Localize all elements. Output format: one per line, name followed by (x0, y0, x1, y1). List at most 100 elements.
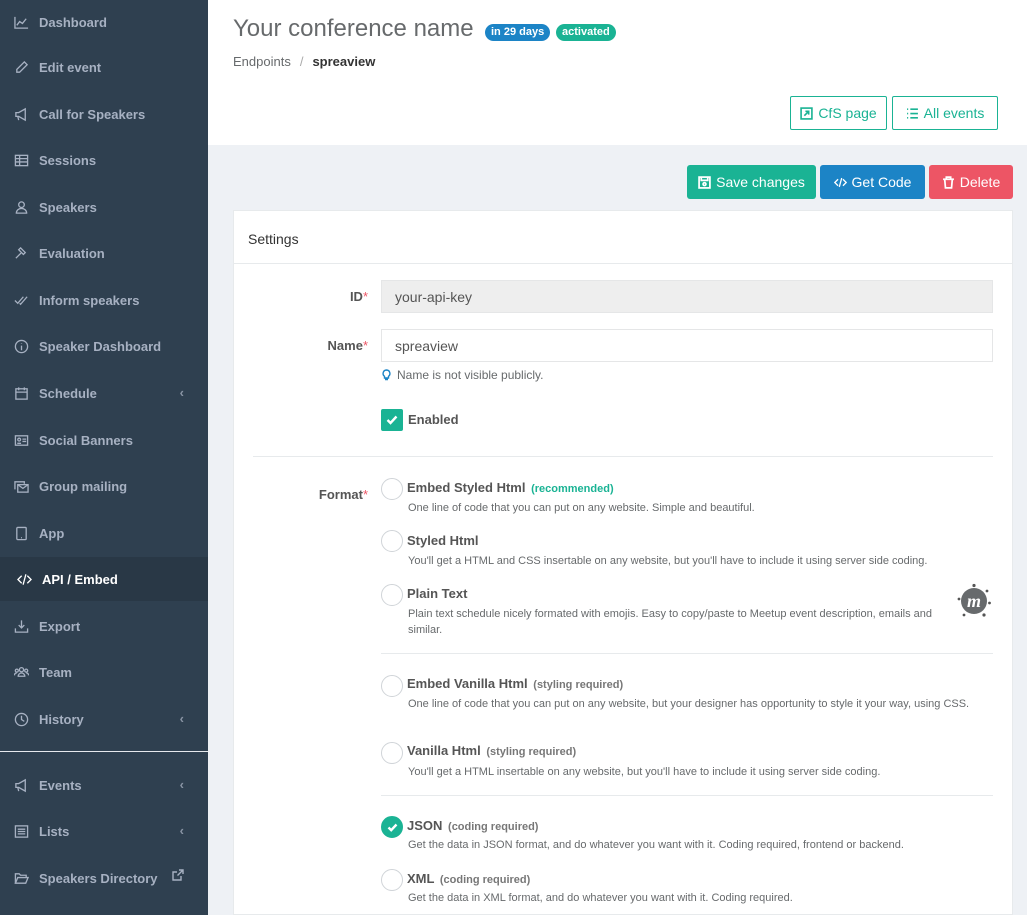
sidebar-item-label: API / Embed (42, 571, 118, 587)
breadcrumb-separator: / (299, 54, 304, 69)
recommended-tag: (recommended) (531, 483, 614, 495)
code-icon (833, 177, 847, 187)
sidebar-item-label: Export (39, 618, 81, 634)
tablet-icon (13, 525, 29, 541)
divider (381, 653, 993, 654)
pencil-icon (13, 59, 29, 75)
format-option-name: XML (407, 871, 435, 886)
sidebar-item-history[interactable]: History ‹ (0, 697, 208, 741)
megaphone-icon (13, 777, 29, 793)
format-option-title: Embed Vanilla Html (styling required) (407, 676, 623, 691)
format-option-name: Plain Text (407, 586, 468, 601)
format-option-name: Vanilla Html (407, 743, 481, 758)
page-header: Your conference name in 29 days activate… (208, 0, 1027, 145)
format-option-desc: Get the data in JSON format, and do what… (408, 839, 904, 851)
code-icon (16, 571, 32, 587)
id-card-icon (13, 432, 29, 448)
format-radio-plain-text[interactable] (381, 584, 403, 606)
breadcrumb: Endpoints / spreaview (233, 54, 375, 69)
sidebar-item-sessions[interactable]: Sessions (0, 138, 208, 182)
sidebar-item-export[interactable]: Export (0, 604, 208, 648)
sidebar-item-app[interactable]: App (0, 511, 208, 555)
save-changes-label: Save changes (716, 174, 805, 190)
sidebar-item-speakers-directory[interactable]: Speakers Directory (0, 856, 208, 900)
sidebar-item-dashboard[interactable]: Dashboard (0, 0, 208, 44)
format-option-title: JSON (coding required) (407, 818, 538, 833)
name-label: Name* (234, 338, 368, 353)
breadcrumb-current: spreaview (312, 54, 376, 69)
coding-required-tag: (coding required) (439, 874, 531, 886)
sidebar-item-inform-speakers[interactable]: Inform speakers (0, 278, 208, 322)
table-icon (13, 152, 29, 168)
sidebar-item-label: Lists (39, 823, 70, 839)
delete-label: Delete (959, 174, 1001, 190)
format-radio-xml[interactable] (381, 869, 403, 891)
sidebar-item-label: Dashboard (39, 14, 107, 30)
sidebar-item-label: Evaluation (39, 245, 105, 261)
check-icon (387, 823, 397, 832)
format-option-title: XML (coding required) (407, 871, 530, 886)
format-option-title: Vanilla Html (styling required) (407, 743, 576, 758)
id-label: ID* (234, 289, 368, 304)
chart-icon (13, 14, 29, 30)
format-radio-embed-styled-html[interactable] (381, 478, 403, 500)
folder-open-icon (13, 870, 29, 886)
name-label-text: Name (327, 338, 363, 353)
sidebar-item-label: History (39, 711, 84, 727)
enabled-checkbox[interactable] (381, 409, 403, 431)
sidebar-item-label: Speakers Directory (39, 870, 158, 886)
format-option-title: Plain Text (407, 586, 467, 601)
sidebar-item-events[interactable]: Events ‹ (0, 763, 208, 807)
external-link-icon (172, 869, 184, 884)
styling-required-tag: (styling required) (533, 679, 624, 691)
sidebar-item-label: Speakers (39, 199, 97, 215)
status-badge: activated (556, 24, 616, 41)
sidebar-item-evaluation[interactable]: Evaluation (0, 231, 208, 275)
sidebar-item-label: Call for Speakers (39, 106, 146, 122)
users-icon (13, 664, 29, 680)
sidebar-item-edit-event[interactable]: Edit event (0, 45, 208, 89)
format-radio-embed-vanilla-html[interactable] (381, 675, 403, 697)
format-radio-vanilla-html[interactable] (381, 742, 403, 764)
get-code-button[interactable]: Get Code (820, 165, 925, 199)
sidebar-item-label: Sessions (39, 152, 97, 168)
format-radio-json[interactable] (381, 816, 403, 838)
list-icon (906, 107, 918, 119)
info-icon (13, 338, 29, 354)
format-option-desc: Plain text schedule nicely formated with… (408, 608, 932, 636)
format-option-title: Styled Html (407, 533, 479, 548)
sidebar-item-speakers[interactable]: Speakers (0, 185, 208, 229)
clock-icon (13, 711, 29, 727)
sidebar-item-team[interactable]: Team (0, 650, 208, 694)
sidebar-item-label: Inform speakers (39, 292, 140, 308)
breadcrumb-endpoints-link[interactable]: Endpoints (233, 54, 291, 69)
sidebar-item-group-mailing[interactable]: Group mailing (0, 464, 208, 508)
format-radio-styled-html[interactable] (381, 530, 403, 552)
sidebar-item-label: Group mailing (39, 478, 128, 494)
all-events-button[interactable]: All events (892, 96, 998, 130)
sidebar-item-speaker-dashboard[interactable]: Speaker Dashboard (0, 324, 208, 368)
save-changes-button[interactable]: Save changes (687, 165, 816, 199)
sidebar-item-schedule[interactable]: Schedule ‹ (0, 371, 208, 415)
sidebar-item-social-banners[interactable]: Social Banners (0, 418, 208, 462)
cfs-page-button[interactable]: CfS page (790, 96, 887, 130)
name-field[interactable]: spreaview (381, 329, 993, 362)
delete-button[interactable]: Delete (929, 165, 1013, 199)
trash-icon (942, 175, 954, 189)
format-label-text: Format (318, 487, 363, 502)
sidebar-item-label: Social Banners (39, 432, 133, 448)
download-icon (13, 618, 29, 634)
chevron-left-icon: ‹ (179, 711, 184, 726)
id-field: your-api-key (381, 280, 993, 313)
sidebar-item-lists[interactable]: Lists ‹ (0, 809, 208, 853)
enabled-label: Enabled (408, 412, 459, 427)
coding-required-tag: (coding required) (448, 821, 539, 833)
sidebar-item-api-embed[interactable]: API / Embed (0, 557, 208, 601)
chevron-left-icon: ‹ (179, 385, 184, 400)
all-events-label: All events (923, 105, 985, 121)
user-icon (13, 199, 29, 215)
settings-title: Settings (234, 211, 1012, 264)
sidebar-item-call-for-speakers[interactable]: Call for Speakers (0, 92, 208, 136)
sidebar-item-label: Speaker Dashboard (39, 338, 162, 354)
required-mark: * (362, 487, 368, 502)
